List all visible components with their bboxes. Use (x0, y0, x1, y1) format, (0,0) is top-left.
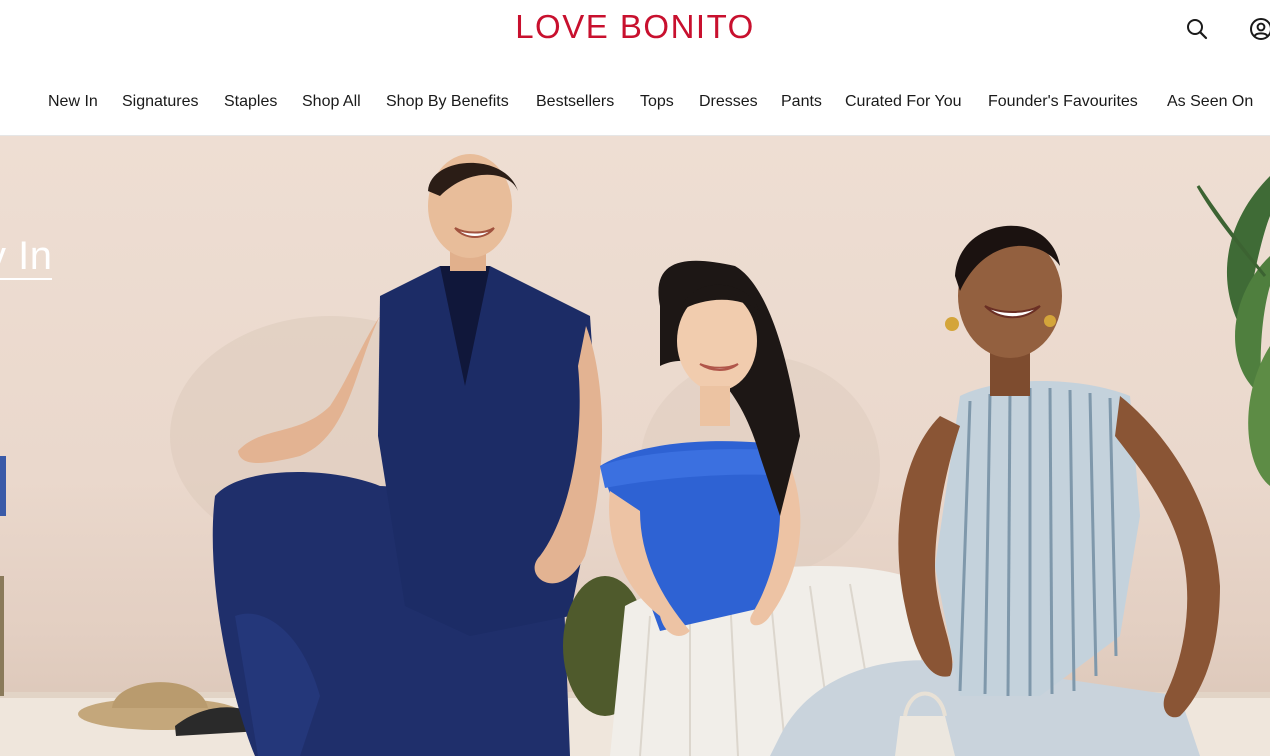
account-icon (1250, 18, 1270, 40)
nav-item-pants[interactable]: Pants (781, 90, 822, 114)
nav-item-dresses[interactable]: Dresses (699, 90, 758, 114)
nav-item-as-seen-on[interactable]: As Seen On (1167, 90, 1253, 114)
account-button[interactable] (1246, 14, 1270, 44)
nav-item-shop-all[interactable]: Shop All (302, 90, 361, 114)
hero-caption-link[interactable]: y In (0, 236, 53, 280)
nav-item-bestsellers[interactable]: Bestsellers (536, 90, 614, 114)
main-navigation: New In Signatures Staples Shop All Shop … (0, 90, 1270, 116)
brand-logo-text[interactable]: LOVE BONITO (515, 8, 755, 45)
nav-item-curated-for-you[interactable]: Curated For You (845, 90, 962, 114)
nav-item-signatures[interactable]: Signatures (122, 90, 199, 114)
hero-banner[interactable]: y In (0, 136, 1270, 756)
nav-item-shop-by-benefits[interactable]: Shop By Benefits (386, 90, 509, 114)
model-left (212, 154, 603, 756)
nav-item-founders-favourites[interactable]: Founder's Favourites (988, 90, 1138, 114)
hero-image (0, 154, 1270, 756)
plant-decoration (1196, 176, 1270, 486)
search-button[interactable] (1182, 14, 1212, 44)
brand-logo[interactable]: LOVE BONITO (0, 8, 1270, 46)
nav-item-tops[interactable]: Tops (640, 90, 674, 114)
nav-item-staples[interactable]: Staples (224, 90, 277, 114)
nav-item-new-in[interactable]: New In (48, 90, 98, 114)
site-header: LOVE BONITO New In Signatures Staples Sh… (0, 0, 1270, 136)
search-icon (1187, 19, 1208, 40)
